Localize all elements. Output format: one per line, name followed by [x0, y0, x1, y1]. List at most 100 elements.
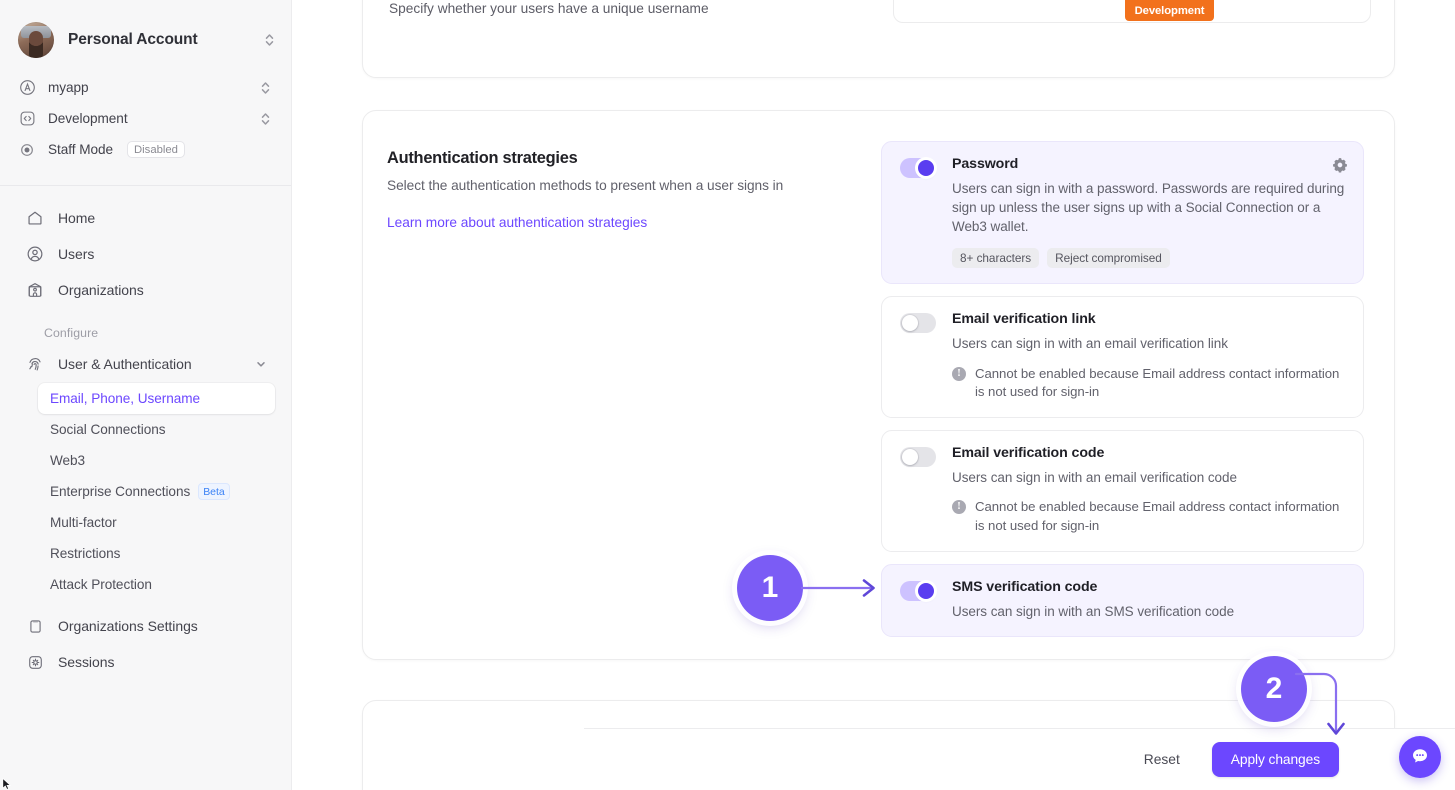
sidebar-item-users-label: Users: [58, 246, 95, 262]
email-link-toggle-wrap: [900, 311, 936, 402]
beta-badge: Beta: [198, 483, 230, 500]
switcher-environment[interactable]: Development: [18, 103, 275, 134]
account-name: Personal Account: [68, 31, 198, 48]
email-link-warning: ! Cannot be enabled because Email addres…: [952, 365, 1347, 402]
sidebar-item-attack-protection[interactable]: Attack Protection: [38, 569, 275, 600]
chip-reject-compromised: Reject compromised: [1047, 248, 1170, 269]
email-code-toggle-wrap: [900, 445, 936, 536]
sidebar-item-home[interactable]: Home: [18, 200, 275, 236]
sms-body: SMS verification code Users can sign in …: [952, 579, 1347, 621]
password-toggle[interactable]: [900, 158, 936, 178]
staff-mode-label: Staff Mode: [48, 142, 113, 157]
sidebar-subnav: Email, Phone, Username Social Connection…: [18, 381, 275, 600]
apply-changes-button[interactable]: Apply changes: [1211, 742, 1339, 777]
staff-mode-status-badge: Disabled: [127, 141, 185, 158]
sidebar-item-organizations[interactable]: Organizations: [18, 272, 275, 308]
email-code-warning: ! Cannot be enabled because Email addres…: [952, 498, 1347, 535]
app-root: Personal Account myapp Development Staff…: [0, 0, 1455, 790]
sms-verification-code-description: Users can sign in with an SMS verificati…: [952, 603, 1235, 619]
email-verification-code-warning-text: Cannot be enabled because Email address …: [975, 499, 1340, 533]
email-verification-code-toggle[interactable]: [900, 447, 936, 468]
sms-verification-code-title: SMS verification code: [952, 578, 1098, 595]
learn-more-link[interactable]: Learn more about authentication strategi…: [387, 215, 647, 230]
email-verification-code-description: Users can sign in with an email verifica…: [952, 470, 1237, 486]
strategies-subtitle: Select the authentication methods to pre…: [387, 178, 784, 193]
method-sms-verification-code[interactable]: SMS verification code Users can sign in …: [881, 563, 1364, 637]
sidebar-item-sessions-label: Sessions: [58, 654, 115, 670]
sidebar-nav-bottom: Organizations Settings Sessions: [18, 600, 275, 680]
page-title: Authentication strategies: [387, 149, 578, 167]
password-body: Password Users can sign in with a passwo…: [952, 156, 1347, 269]
sidebar-item-multi-factor-label: Multi-factor: [50, 515, 117, 530]
reset-button[interactable]: Reset: [1138, 744, 1186, 775]
main-content: Specify whether your users have a unique…: [292, 0, 1455, 790]
sms-verification-code-toggle[interactable]: [900, 580, 936, 601]
sidebar-item-restrictions[interactable]: Restrictions: [38, 538, 275, 569]
sidebar-item-organizations-settings-label: Organizations Settings: [58, 618, 198, 634]
sidebar-item-enterprise-connections[interactable]: Enterprise Connections Beta: [38, 476, 275, 507]
email-verification-link-warning-text: Cannot be enabled because Email address …: [975, 365, 1340, 400]
account-switcher[interactable]: Personal Account: [0, 0, 291, 64]
sidebar-item-attack-protection-label: Attack Protection: [50, 577, 152, 592]
avatar: [18, 22, 54, 58]
chevron-updown-icon: [259, 80, 271, 96]
info-icon: !: [952, 500, 966, 515]
sidebar-item-organizations-settings[interactable]: Organizations Settings: [18, 608, 275, 644]
email-verification-link-title: Email verification link: [952, 311, 1096, 328]
home-icon: [26, 209, 44, 227]
sms-toggle-wrap: [900, 579, 936, 621]
sidebar-item-email-phone-username[interactable]: Email, Phone, Username: [38, 383, 275, 414]
strategies-info: Authentication strategies Select the aut…: [387, 141, 857, 629]
password-description: Users can sign in with a password. Passw…: [952, 181, 1345, 235]
email-link-body: Email verification link Users can sign i…: [952, 311, 1347, 402]
code-brackets-icon: [18, 110, 36, 128]
username-card-description: Specify whether your users have a unique…: [389, 1, 709, 16]
sidebar-item-sessions[interactable]: Sessions: [18, 644, 275, 680]
chip-min-characters: 8+ characters: [952, 248, 1040, 269]
switcher-myapp-label: myapp: [48, 80, 89, 95]
chat-bubble-icon: [1410, 746, 1430, 769]
email-verification-link-toggle[interactable]: [900, 313, 936, 334]
switcher-myapp[interactable]: myapp: [18, 72, 275, 103]
sidebar-item-home-label: Home: [58, 210, 96, 226]
app-icon: [18, 79, 36, 97]
organizations-icon: [26, 281, 44, 299]
password-chips: 8+ characters Reject compromised: [952, 248, 1347, 269]
staff-mode-row[interactable]: Staff Mode Disabled: [18, 134, 275, 165]
sidebar-item-web3-label: Web3: [50, 453, 86, 468]
chevron-down-icon[interactable]: [255, 358, 267, 370]
project-switchers: myapp Development Staff Mode Disabled: [0, 64, 291, 169]
sidebar-item-multi-factor[interactable]: Multi-factor: [38, 507, 275, 538]
sidebar-item-web3[interactable]: Web3: [38, 445, 275, 476]
sidebar-item-users[interactable]: Users: [18, 236, 275, 272]
development-environment-badge: Development: [1125, 0, 1214, 21]
strategies-list: Password Users can sign in with a passwo…: [881, 141, 1364, 637]
sidebar-nav: Home Users Organizations Configure User: [0, 186, 291, 680]
sidebar: Personal Account myapp Development Staff…: [0, 0, 292, 790]
gear-icon[interactable]: [1331, 156, 1349, 174]
content-scroll-area[interactable]: Specify whether your users have a unique…: [292, 0, 1455, 790]
action-bar: Reset Apply changes: [584, 728, 1455, 790]
method-email-verification-link[interactable]: Email verification link Users can sign i…: [881, 296, 1364, 419]
clipboard-icon: [26, 617, 44, 635]
username-settings-card: Specify whether your users have a unique…: [362, 0, 1395, 78]
password-title: Password: [952, 156, 1019, 172]
sidebar-item-social-connections[interactable]: Social Connections: [38, 414, 275, 445]
staff-icon: [18, 141, 36, 159]
sidebar-item-restrictions-label: Restrictions: [50, 546, 121, 561]
method-password[interactable]: Password Users can sign in with a passwo…: [881, 141, 1364, 285]
authentication-strategies-card: Authentication strategies Select the aut…: [362, 110, 1395, 660]
chat-support-button[interactable]: [1399, 736, 1441, 778]
user-circle-icon: [26, 245, 44, 263]
sidebar-group-user-authentication[interactable]: User & Authentication: [18, 347, 275, 381]
sidebar-item-enterprise-connections-label: Enterprise Connections: [50, 484, 191, 499]
email-code-body: Email verification code Users can sign i…: [952, 445, 1347, 536]
sidebar-item-email-phone-username-label: Email, Phone, Username: [50, 391, 201, 406]
method-email-verification-code[interactable]: Email verification code Users can sign i…: [881, 430, 1364, 552]
email-verification-link-description: Users can sign in with an email verifica…: [952, 336, 1228, 352]
sessions-gear-icon: [26, 653, 44, 671]
password-toggle-wrap: [900, 156, 936, 268]
mouse-cursor: [2, 778, 12, 790]
chevron-updown-icon: [259, 111, 271, 127]
fingerprint-icon: [26, 355, 44, 373]
